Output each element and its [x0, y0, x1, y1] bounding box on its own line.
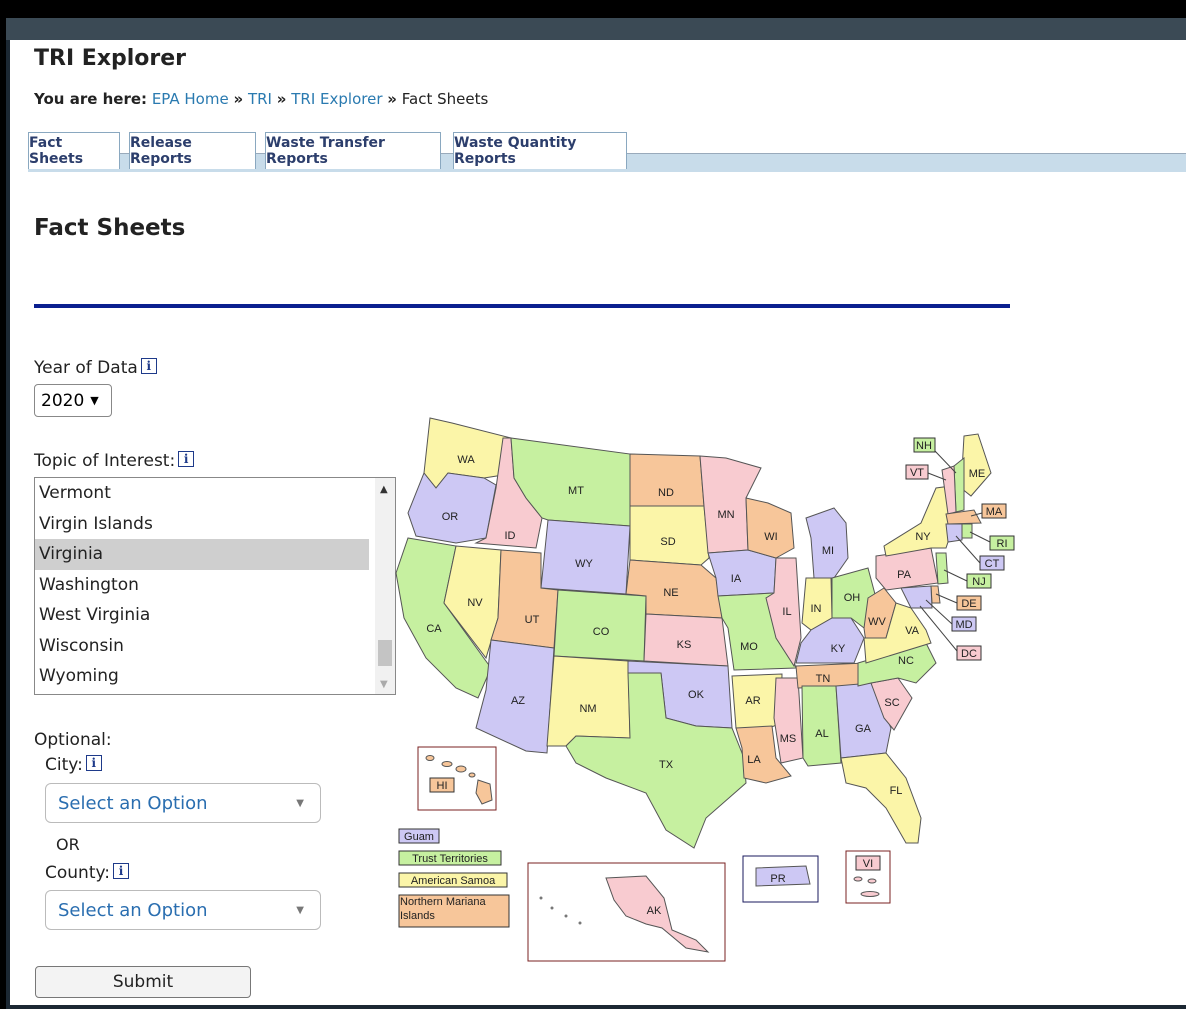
- label-mn: MN: [717, 509, 734, 521]
- label-ny: NY: [915, 531, 931, 543]
- label-ga: GA: [855, 723, 872, 735]
- state-nm[interactable]: [546, 655, 631, 747]
- label-wa: WA: [457, 454, 475, 466]
- territory-label-northern-mariana: Northern Mariana Islands: [400, 896, 486, 922]
- label-in: IN: [811, 603, 822, 615]
- label-nc: NC: [898, 655, 914, 667]
- inset-virgin-islands[interactable]: VI: [845, 850, 891, 904]
- territory-label-american-samoa: American Samoa: [411, 875, 496, 887]
- callout-label-nj: NJ: [972, 576, 985, 588]
- label-tn: TN: [816, 673, 831, 685]
- callout-label-de: DE: [961, 598, 976, 610]
- label-mi: MI: [822, 545, 834, 557]
- label-la: LA: [747, 754, 761, 766]
- callout-ri[interactable]: RI: [969, 531, 1015, 551]
- label-tx: TX: [659, 759, 674, 771]
- callout-label-ri: RI: [997, 538, 1008, 550]
- state-ny[interactable]: [883, 485, 952, 557]
- label-me: ME: [969, 468, 986, 480]
- label-nm: NM: [579, 703, 596, 715]
- label-id: ID: [505, 530, 516, 542]
- callout-vt[interactable]: VT: [905, 464, 947, 481]
- label-wy: WY: [575, 558, 593, 570]
- callout-label-ct: CT: [985, 558, 1000, 570]
- callout-label-vt: VT: [910, 467, 924, 479]
- label-or: OR: [442, 511, 459, 523]
- label-ne: NE: [663, 587, 678, 599]
- callout-label-ma: MA: [986, 506, 1003, 518]
- state-me[interactable]: [960, 433, 992, 497]
- state-ia[interactable]: [707, 549, 777, 597]
- label-nd: ND: [658, 487, 674, 499]
- state-de[interactable]: [930, 585, 941, 604]
- label-nv: NV: [467, 597, 483, 609]
- territory-label-trust-territories: Trust Territories: [412, 853, 488, 865]
- state-md[interactable]: [900, 585, 933, 609]
- callout-label-md: MD: [955, 619, 972, 631]
- state-mi[interactable]: [805, 507, 849, 579]
- label-ut: UT: [525, 614, 540, 626]
- state-al[interactable]: [801, 685, 842, 767]
- inset-puerto-rico[interactable]: PR: [742, 855, 819, 903]
- callout-label-nh: NH: [916, 440, 932, 452]
- page-frame: TRI Explorer You are here: EPA Home » TR…: [6, 18, 1186, 1009]
- label-ky: KY: [831, 643, 846, 655]
- inset-hawaii[interactable]: HI: [417, 746, 497, 811]
- label-pa: PA: [897, 569, 912, 581]
- state-fl[interactable]: [840, 752, 922, 844]
- label-al: AL: [815, 728, 828, 740]
- state-ms[interactable]: [773, 677, 804, 764]
- state-or[interactable]: [407, 472, 497, 544]
- label-sc: SC: [884, 697, 899, 709]
- label-sd: SD: [660, 536, 675, 548]
- state-wi[interactable]: [745, 497, 795, 559]
- label-vi: VI: [863, 858, 873, 870]
- label-mt: MT: [568, 485, 584, 497]
- label-wi: WI: [764, 531, 777, 543]
- label-ca: CA: [426, 623, 442, 635]
- state-wy[interactable]: [540, 519, 631, 595]
- label-hi: HI: [437, 780, 448, 792]
- label-oh: OH: [844, 592, 861, 604]
- territory-american-samoa[interactable]: American Samoa: [398, 872, 508, 888]
- label-ia: IA: [731, 573, 742, 585]
- window-bottom-edge: [6, 1005, 1186, 1009]
- us-state-map[interactable]: WA OR CA ID NV MT WY UT AZ CO NM ND SD N…: [6, 18, 1186, 1009]
- label-co: CO: [593, 626, 610, 638]
- territory-trust[interactable]: Trust Territories: [398, 850, 502, 866]
- inset-alaska[interactable]: AK: [527, 862, 726, 962]
- territory-northern-mariana[interactable]: Northern Mariana Islands: [398, 894, 510, 928]
- label-il: IL: [782, 606, 791, 618]
- label-va: VA: [905, 625, 920, 637]
- territory-label-guam: Guam: [404, 831, 434, 843]
- label-fl: FL: [890, 785, 903, 797]
- callout-label-dc: DC: [961, 648, 977, 660]
- callout-de[interactable]: DE: [935, 593, 982, 611]
- label-ar: AR: [745, 695, 760, 707]
- label-ks: KS: [677, 639, 692, 651]
- label-ak: AK: [647, 905, 662, 917]
- label-pr: PR: [770, 873, 785, 885]
- label-ms: MS: [780, 733, 797, 745]
- label-ok: OK: [688, 689, 705, 701]
- state-ri[interactable]: [961, 523, 973, 539]
- label-mo: MO: [740, 641, 758, 653]
- territory-guam[interactable]: Guam: [398, 828, 440, 844]
- label-az: AZ: [511, 695, 525, 707]
- state-nj[interactable]: [935, 552, 949, 585]
- callout-nj[interactable]: NJ: [943, 569, 992, 589]
- label-wv: WV: [868, 616, 886, 628]
